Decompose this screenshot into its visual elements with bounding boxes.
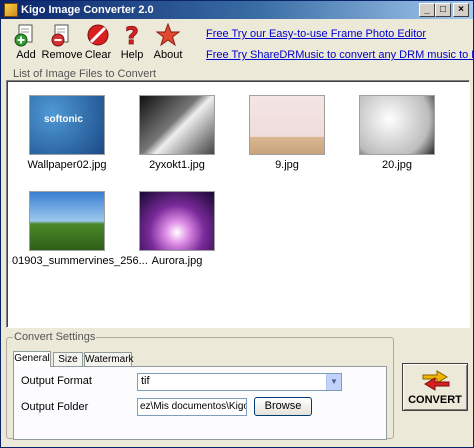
file-name: Wallpaper02.jpg	[27, 159, 107, 171]
remove-button-label: Remove	[41, 49, 83, 61]
file-name: 2yxokt1.jpg	[149, 159, 205, 171]
list-item[interactable]: 01903_summervines_256...	[12, 191, 148, 267]
chevron-down-icon[interactable]: ▼	[326, 374, 341, 390]
file-name: 20.jpg	[382, 159, 412, 171]
help-button-label: Help	[120, 49, 144, 61]
thumbnail	[139, 191, 215, 251]
clear-button[interactable]: Clear	[79, 21, 117, 65]
file-list-title: List of Image Files to Convert	[12, 68, 158, 80]
tab-watermark[interactable]: Watermark	[84, 352, 134, 367]
about-icon	[155, 22, 181, 47]
add-button-label: Add	[16, 49, 36, 61]
add-icon	[14, 23, 38, 47]
output-folder-label: Output Folder	[21, 401, 89, 413]
settings-title: Convert Settings	[13, 331, 97, 343]
app-icon	[4, 3, 18, 17]
close-button[interactable]: ×	[453, 3, 469, 17]
window-title: Kigo Image Converter 2.0	[21, 4, 154, 16]
convert-settings-group: General Size Watermark Output Format tif…	[6, 331, 394, 440]
maximize-button[interactable]: □	[435, 3, 451, 17]
thumbnail	[139, 95, 215, 155]
list-item[interactable]: 2yxokt1.jpg	[122, 95, 232, 171]
thumbnail	[359, 95, 435, 155]
thumbnail-text: softonic	[44, 114, 83, 125]
tab-size[interactable]: Size	[53, 352, 83, 367]
convert-label: CONVERT	[408, 394, 462, 406]
svg-text:?: ?	[125, 23, 139, 47]
about-button-label: About	[153, 49, 183, 61]
app-window: Kigo Image Converter 2.0 _ □ × Add Remov…	[0, 0, 474, 448]
list-item[interactable]: 20.jpg	[342, 95, 452, 171]
file-name: Aurora.jpg	[151, 255, 203, 267]
about-button[interactable]: About	[148, 21, 188, 65]
add-button[interactable]: Add	[7, 21, 45, 65]
file-listbox[interactable]: softonic Wallpaper02.jpg 2yxokt1.jpg 9.j…	[6, 80, 470, 328]
tab-general[interactable]: General	[13, 351, 51, 367]
remove-icon	[50, 23, 74, 47]
thumbnail	[29, 191, 105, 251]
output-format-label: Output Format	[21, 375, 92, 387]
convert-arrows-icon	[421, 369, 451, 391]
clear-button-label: Clear	[84, 49, 112, 61]
output-folder-field[interactable]: ez\Mis documentos\KigoImageConverter	[137, 398, 247, 416]
list-item[interactable]: Aurora.jpg	[122, 191, 232, 267]
minimize-button[interactable]: _	[419, 3, 435, 17]
file-name: 01903_summervines_256...	[12, 255, 148, 267]
browse-button[interactable]: Browse	[254, 397, 312, 416]
toolbar: Add Remove Clear ? Help About Free Try o…	[1, 19, 474, 65]
frame-editor-link[interactable]: Free Try our Easy-to-use Frame Photo Edi…	[206, 28, 426, 40]
list-item[interactable]: 9.jpg	[232, 95, 342, 171]
thumbnail	[249, 95, 325, 155]
output-format-value: tif	[141, 375, 150, 387]
general-tab-panel: Output Format tif ▼ Output Folder ez\Mis…	[13, 366, 387, 440]
settings-frame: General Size Watermark Output Format tif…	[6, 337, 394, 440]
remove-button[interactable]: Remove	[41, 21, 83, 65]
output-format-select[interactable]: tif ▼	[137, 373, 342, 391]
list-item[interactable]: softonic Wallpaper02.jpg	[12, 95, 122, 171]
clear-icon	[86, 23, 110, 47]
sharedrmusic-link[interactable]: Free Try ShareDRMusic to convert any DRM…	[206, 49, 474, 61]
convert-button[interactable]: CONVERT	[402, 363, 468, 411]
help-icon: ?	[120, 22, 144, 51]
title-bar: Kigo Image Converter 2.0 _ □ ×	[1, 1, 473, 19]
help-button[interactable]: ? Help	[113, 21, 151, 65]
thumbnail: softonic	[29, 95, 105, 155]
file-list-group: softonic Wallpaper02.jpg 2yxokt1.jpg 9.j…	[6, 68, 470, 328]
file-name: 9.jpg	[275, 159, 299, 171]
